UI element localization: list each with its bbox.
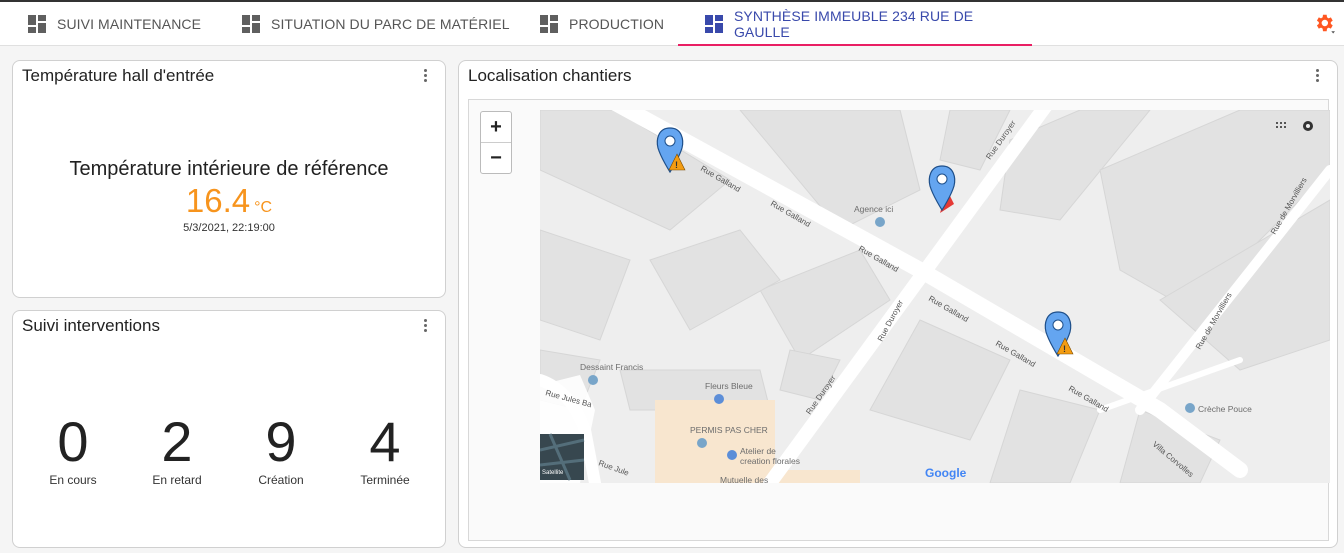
tab-situation-parc[interactable]: SITUATION DU PARC DE MATÉRIEL — [242, 2, 510, 45]
card-title: Localisation chantiers — [468, 66, 632, 85]
more-options-icon[interactable] — [1314, 69, 1320, 85]
place-label: Atelier de — [740, 446, 776, 456]
tab-label: PRODUCTION — [569, 15, 665, 32]
interventions-card: Suivi interventions 0 En cours 2 En reta… — [12, 310, 446, 548]
temperature-label: Température intérieure de référence — [69, 158, 389, 180]
temperature-timestamp: 5/3/2021, 22:19:00 — [183, 222, 275, 234]
map-canvas[interactable]: Rue Galland Rue Galland Rue Galland Rue … — [540, 110, 1330, 483]
zoom-in-button[interactable]: + — [481, 112, 511, 143]
stat-en-cours: 0 En cours — [23, 410, 123, 488]
satellite-thumbnail[interactable]: Satellite — [540, 433, 585, 481]
dashboard-icon — [705, 14, 723, 33]
top-navigation: SUIVI MAINTENANCE SITUATION DU PARC DE M… — [0, 0, 1344, 46]
stat-creation: 9 Création — [231, 410, 331, 488]
stat-label: En retard — [152, 473, 202, 487]
dashboard-icon — [28, 14, 46, 33]
temperature-value: 16.4 — [185, 182, 251, 219]
stat-value: 4 — [369, 410, 401, 473]
stat-value: 9 — [265, 410, 297, 473]
stat-label: Création — [258, 473, 304, 487]
stat-label: Terminée — [360, 473, 410, 487]
stat-label: En cours — [49, 473, 97, 487]
place-label: PERMIS PAS CHER — [690, 425, 768, 435]
temperature-unit: °C — [254, 199, 273, 216]
temperature-reading: 16.4 °C — [13, 182, 445, 220]
card-title: Suivi interventions — [22, 316, 160, 335]
stat-value: 2 — [161, 410, 193, 473]
tab-label: SYNTHÈSE IMMEUBLE 234 RUE DE GAULLE — [733, 7, 974, 40]
stat-en-retard: 2 En retard — [127, 410, 227, 488]
dashboard-icon — [540, 14, 558, 33]
place-label: Mutuelle des — [720, 475, 768, 483]
tab-production[interactable]: PRODUCTION — [540, 2, 664, 45]
satellite-label: Satellite — [542, 470, 564, 476]
settings-gear-icon[interactable] — [1313, 12, 1335, 34]
more-options-icon[interactable] — [422, 69, 428, 85]
place-label: creation florales — [740, 456, 800, 466]
tab-label: SITUATION DU PARC DE MATÉRIEL — [271, 15, 510, 32]
google-logo: Google — [925, 466, 967, 480]
tab-synthese-immeuble[interactable]: SYNTHÈSE IMMEUBLE 234 RUE DE GAULLE — [678, 2, 1032, 46]
stat-value: 0 — [57, 410, 89, 473]
map-card: Localisation chantiers + − Rue Galland R… — [458, 60, 1338, 548]
place-label: Crèche Pouce — [1198, 404, 1252, 414]
tab-suivi-maintenance[interactable]: SUIVI MAINTENANCE — [28, 2, 201, 45]
place-label: Fleurs Bleue — [705, 381, 753, 391]
temperature-card: Température hall d'entrée Température in… — [12, 60, 446, 298]
place-label: Dessaint Francis — [580, 362, 643, 372]
tab-label: SUIVI MAINTENANCE — [57, 15, 202, 32]
stat-terminee: 4 Terminée — [335, 410, 435, 488]
zoom-control: + − — [480, 111, 512, 174]
warning-mark: ! — [675, 160, 678, 170]
warning-mark: ! — [1063, 344, 1066, 354]
more-options-icon[interactable] — [422, 319, 428, 335]
map-container[interactable]: + − Rue Galland Rue Galland Rue Galland … — [468, 99, 1330, 541]
card-title: Température hall d'entrée — [22, 66, 215, 85]
place-label: Agence ici — [854, 204, 893, 214]
zoom-out-button[interactable]: − — [481, 143, 511, 174]
dashboard-icon — [242, 14, 260, 33]
